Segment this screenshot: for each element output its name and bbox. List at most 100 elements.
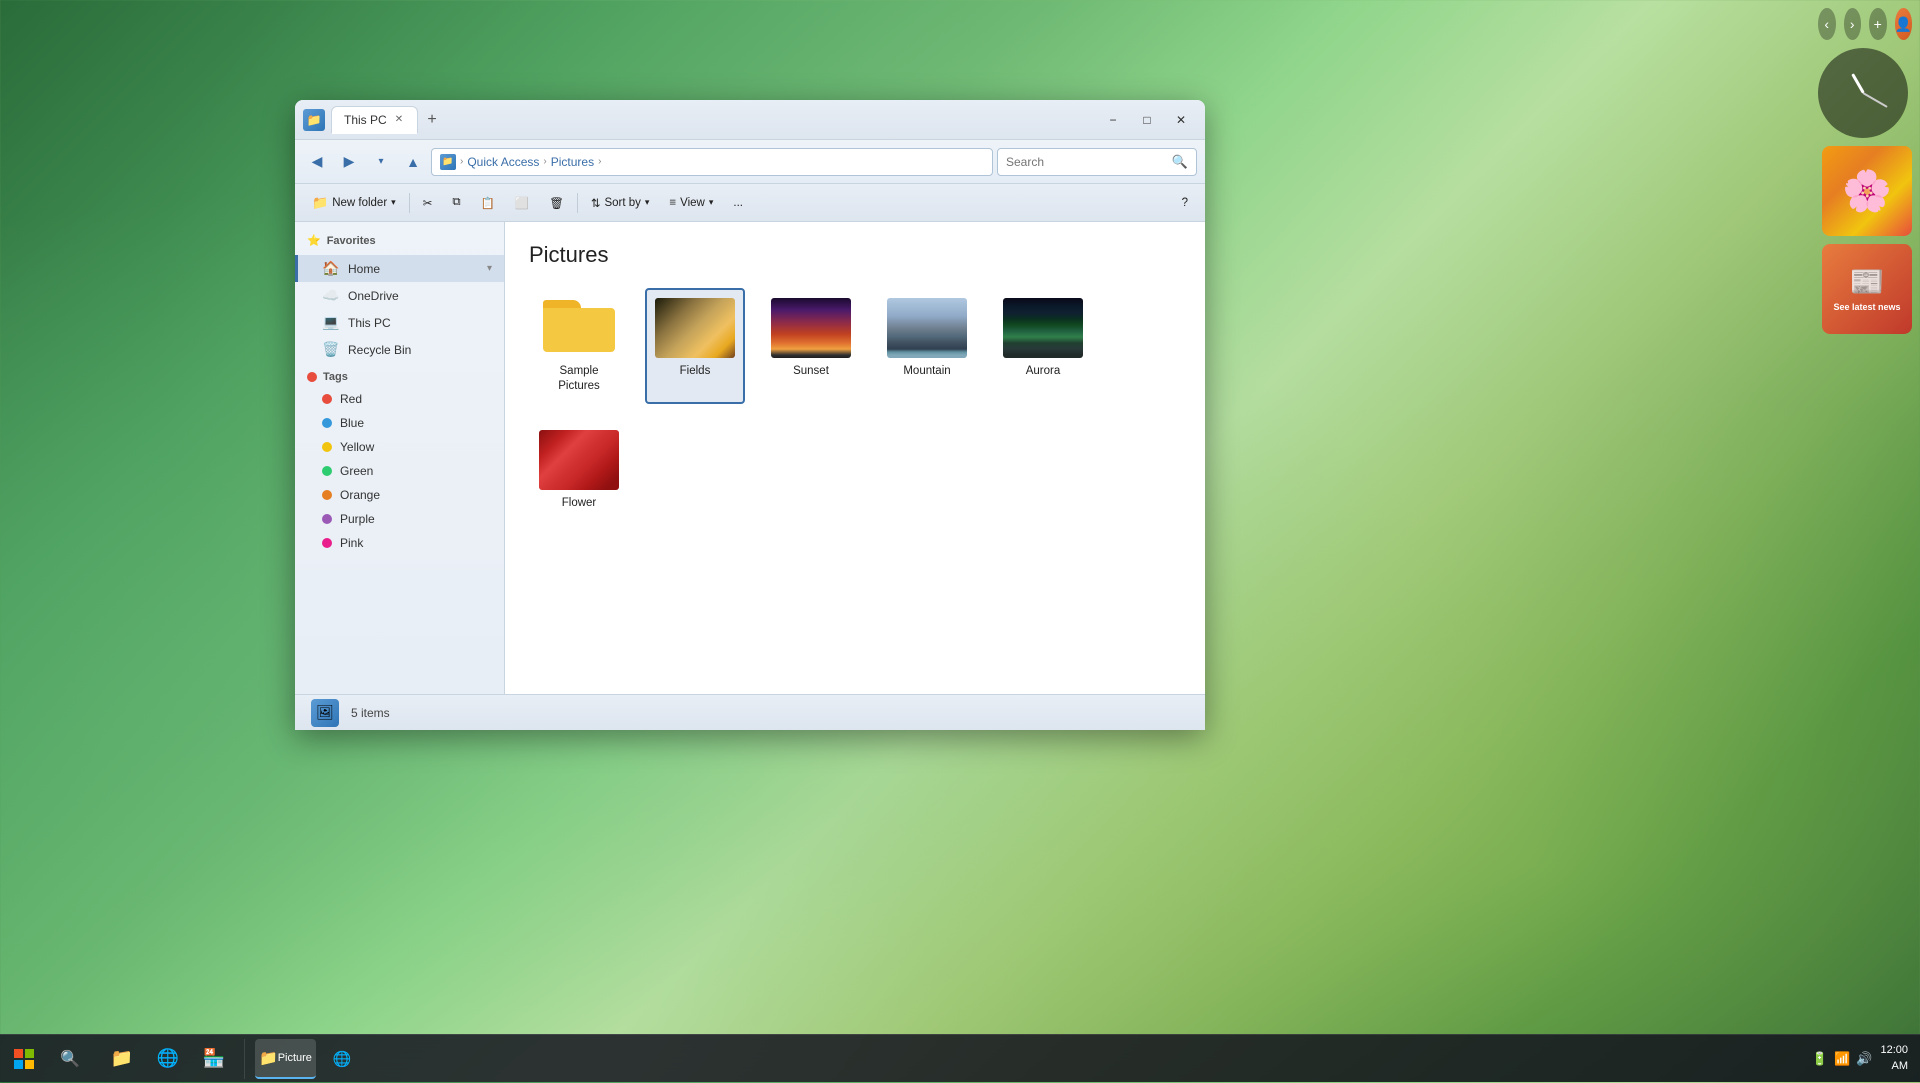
sidebar-item-recyclebin[interactable]: 🗑️ Recycle Bin (295, 336, 504, 363)
copy-icon: ⧉ (452, 196, 460, 209)
home-chevron: ▾ (487, 263, 492, 274)
copy-button[interactable]: ⧉ (443, 190, 469, 216)
view-button[interactable]: ≡ View ▾ (660, 190, 722, 216)
sidebar-item-home[interactable]: 🏠 Home ▾ (295, 255, 504, 282)
more-button[interactable]: ... (724, 190, 752, 216)
home-label: Home (348, 262, 380, 276)
tag-yellow-dot (322, 442, 332, 452)
tab-close-button[interactable]: ✕ (393, 112, 405, 127)
taskbar-browser[interactable]: 🌐 (148, 1039, 188, 1079)
taskbar-edge-window[interactable]: 🌐 (322, 1039, 362, 1079)
file-aurora[interactable]: Aurora (993, 288, 1093, 404)
aurora-thumbnail (1003, 298, 1083, 358)
store-icon: 🏪 (203, 1048, 225, 1069)
search-bar[interactable]: 🔍 (997, 148, 1197, 176)
back-nav-button[interactable]: ‹ (1818, 8, 1836, 40)
file-mountain[interactable]: Mountain (877, 288, 977, 404)
status-folder-icon: 🖼 (311, 699, 339, 727)
thispc-label: This PC (348, 316, 391, 330)
taskbar-search-button[interactable]: 🔍 (50, 1039, 90, 1079)
new-tab-button[interactable]: + (420, 108, 444, 132)
dropdown-button[interactable]: ▾ (367, 148, 395, 176)
taskbar-picture-window[interactable]: 📁 Picture (255, 1039, 316, 1079)
new-folder-icon: 📁 (312, 195, 328, 211)
help-button[interactable]: ? (1173, 190, 1197, 216)
thispc-icon: 💻 (322, 314, 340, 331)
file-explorer-icon: 📁 (111, 1048, 133, 1069)
sort-button[interactable]: ⇅ Sort by ▾ (582, 190, 659, 216)
tags-section: Tags Red Blue Yellow Green (295, 367, 504, 555)
tags-header[interactable]: Tags (295, 367, 504, 387)
up-button[interactable]: ▲ (399, 148, 427, 176)
minimize-button[interactable]: − (1097, 108, 1129, 132)
new-folder-label: New folder (332, 197, 387, 209)
picture-window-label: Picture (278, 1052, 312, 1064)
file-thumb-flower (539, 430, 619, 490)
volume-icon: 🔊 (1856, 1051, 1872, 1067)
tag-green[interactable]: Green (295, 459, 504, 483)
start-button[interactable] (0, 1035, 48, 1083)
paste-button[interactable]: 📋 (472, 190, 504, 216)
maximize-button[interactable]: □ (1131, 108, 1163, 132)
file-sample-pictures[interactable]: Sample Pictures (529, 288, 629, 404)
onedrive-label: OneDrive (348, 289, 399, 303)
clock-time: 12:00 (1880, 1043, 1908, 1058)
back-button[interactable]: ◀ (303, 148, 331, 176)
favorites-header[interactable]: ⭐ Favorites (295, 230, 504, 251)
status-bar: 🖼 5 items (295, 694, 1205, 730)
tags-dot-icon (307, 372, 317, 382)
tag-pink[interactable]: Pink (295, 531, 504, 555)
tag-red-dot (322, 394, 332, 404)
search-input[interactable] (1006, 155, 1168, 169)
breadcrumb-pictures[interactable]: Pictures (551, 155, 594, 169)
tag-purple[interactable]: Purple (295, 507, 504, 531)
tag-yellow[interactable]: Yellow (295, 435, 504, 459)
widget-area: ‹ › + 👤 📰 See latest news (1810, 0, 1920, 342)
file-flower[interactable]: Flower (529, 420, 629, 521)
forward-nav-button[interactable]: › (1844, 8, 1862, 40)
cut-button[interactable]: ✂ (414, 190, 442, 216)
file-fields[interactable]: Fields (645, 288, 745, 404)
tag-red[interactable]: Red (295, 387, 504, 411)
recyclebin-label: Recycle Bin (348, 343, 411, 357)
taskbar-file-explorer[interactable]: 📁 (102, 1039, 142, 1079)
widget-top-buttons: ‹ › + 👤 (1818, 8, 1912, 40)
taskbar-store[interactable]: 🏪 (194, 1039, 234, 1079)
toolbar-sep-1 (409, 193, 410, 213)
new-folder-button[interactable]: 📁 New folder ▾ (303, 190, 405, 216)
rename-button[interactable]: ⬜ (506, 190, 538, 216)
sidebar-item-thispc[interactable]: 💻 This PC (295, 309, 504, 336)
mountain-thumbnail (887, 298, 967, 358)
tag-blue-label: Blue (340, 416, 364, 430)
onedrive-icon: ☁️ (322, 287, 340, 304)
tag-orange[interactable]: Orange (295, 483, 504, 507)
tag-red-label: Red (340, 392, 362, 406)
explorer-window: 📁 This PC ✕ + − □ ✕ ◀ ▶ ▾ ▲ 📁 › Quick Ac… (295, 100, 1205, 730)
add-button[interactable]: + (1869, 8, 1887, 40)
file-thumb-sample (539, 298, 619, 358)
delete-button[interactable]: 🗑 (540, 190, 573, 216)
folder-body (543, 308, 615, 352)
file-sunset[interactable]: Sunset (761, 288, 861, 404)
tags-label: Tags (323, 371, 348, 383)
files-grid: Sample Pictures Fields Sunset (529, 288, 1181, 521)
breadcrumb-bar[interactable]: 📁 › Quick Access › Pictures › (431, 148, 993, 176)
close-button[interactable]: ✕ (1165, 108, 1197, 132)
fields-thumbnail (655, 298, 735, 358)
delete-icon: 🗑 (549, 196, 564, 210)
forward-button[interactable]: ▶ (335, 148, 363, 176)
navigation-bar: ◀ ▶ ▾ ▲ 📁 › Quick Access › Pictures › 🔍 (295, 140, 1205, 184)
taskbar: 🔍 📁 🌐 🏪 📁 Picture 🌐 🔋 📶 🔊 12:00 AM (0, 1034, 1920, 1082)
sidebar-item-onedrive[interactable]: ☁️ OneDrive (295, 282, 504, 309)
tag-blue[interactable]: Blue (295, 411, 504, 435)
breadcrumb-sep-2: › (598, 156, 601, 167)
picture-window-icon: 📁 (259, 1049, 278, 1067)
flower-widget[interactable] (1822, 146, 1912, 236)
news-label: See latest news (1833, 302, 1900, 314)
news-widget[interactable]: 📰 See latest news (1822, 244, 1912, 334)
taskbar-clock[interactable]: 12:00 AM (1880, 1043, 1908, 1074)
active-tab[interactable]: This PC ✕ (331, 106, 418, 134)
browser-icon: 🌐 (157, 1048, 179, 1069)
breadcrumb-quick-access[interactable]: Quick Access (467, 155, 539, 169)
user-avatar[interactable]: 👤 (1895, 8, 1913, 40)
